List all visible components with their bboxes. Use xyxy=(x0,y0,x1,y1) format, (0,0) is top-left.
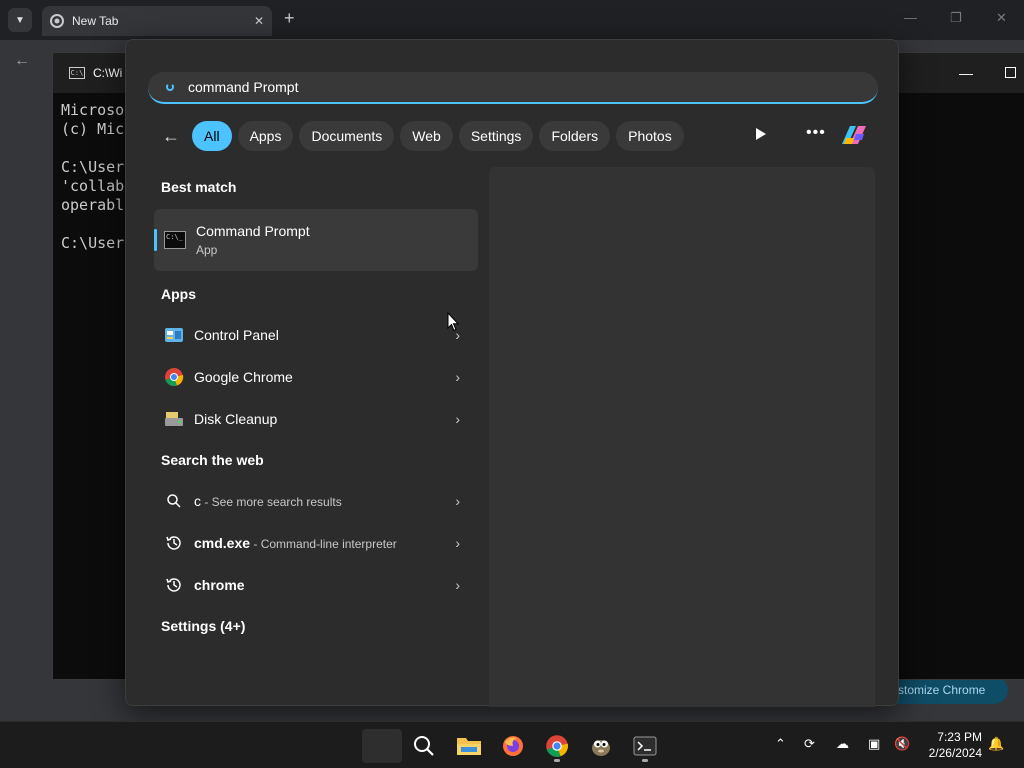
best-match-name: Command Prompt xyxy=(196,223,310,239)
customize-chrome-label: stomize Chrome xyxy=(898,683,986,697)
filter-all[interactable]: All xyxy=(192,121,232,151)
running-indicator xyxy=(554,759,560,762)
mouse-cursor-icon xyxy=(447,312,459,332)
chevron-right-icon[interactable]: › xyxy=(455,411,460,427)
app-result-control-panel[interactable]: Control Panel › xyxy=(154,315,478,355)
web-result-cmd-exe[interactable]: cmd.exe - Command-line interpreter › xyxy=(154,523,478,563)
tab-search-button[interactable]: ▼ xyxy=(8,8,32,32)
search-web-heading: Search the web xyxy=(161,452,264,468)
apps-heading: Apps xyxy=(161,286,196,302)
start-search-panel: ← All Apps Documents Web Settings Folder… xyxy=(125,39,899,707)
app-result-disk-cleanup[interactable]: Disk Cleanup › xyxy=(154,399,478,439)
web-result-label: chrome xyxy=(194,577,245,593)
search-input[interactable] xyxy=(188,79,788,95)
minimize-icon[interactable]: — xyxy=(904,10,917,25)
browser-tab[interactable]: New Tab ✕ xyxy=(42,6,272,36)
taskbar-clock[interactable]: 7:23 PM 2/26/2024 xyxy=(918,729,982,761)
filter-apps[interactable]: Apps xyxy=(237,121,294,151)
taskbar-search-icon[interactable] xyxy=(406,729,442,763)
filter-settings[interactable]: Settings xyxy=(458,121,534,151)
history-icon xyxy=(164,575,184,595)
chevron-right-icon[interactable]: › xyxy=(455,535,460,551)
start-button[interactable] xyxy=(362,729,402,763)
web-result-see-more[interactable]: c - See more search results › xyxy=(154,481,478,521)
maximize-icon[interactable] xyxy=(1005,67,1016,78)
customize-chrome-button[interactable]: stomize Chrome xyxy=(884,676,1008,704)
chevron-right-icon[interactable]: › xyxy=(455,493,460,509)
back-arrow-icon[interactable]: ← xyxy=(14,52,30,70)
selection-accent xyxy=(154,229,157,251)
gimp-icon[interactable] xyxy=(583,729,619,763)
chevron-up-icon[interactable]: ⌃ xyxy=(775,736,786,752)
minimize-icon[interactable]: — xyxy=(959,65,973,81)
web-result-label: c - See more search results xyxy=(194,493,455,509)
new-tab-button[interactable]: + xyxy=(284,8,295,29)
network-icon[interactable]: ▣ xyxy=(868,736,880,752)
tab-title: New Tab xyxy=(72,14,119,28)
search-icon xyxy=(164,491,184,511)
web-result-sub: - Command-line interpreter xyxy=(250,537,397,551)
taskbar: ⌃ ⟳ ☁ ▣ 🔇 7:23 PM 2/26/2024 🔔 xyxy=(0,721,1024,768)
command-prompt-icon: C:\_ xyxy=(164,231,186,249)
web-result-term: c xyxy=(194,493,201,509)
best-match-item[interactable]: C:\_ Command Prompt App xyxy=(154,209,478,271)
chevron-down-icon: ▼ xyxy=(15,14,25,26)
cloud-offline-icon[interactable]: ☁ xyxy=(836,736,849,752)
running-indicator xyxy=(642,759,648,762)
web-result-chrome[interactable]: chrome › xyxy=(154,565,478,605)
browser-tab-strip: ▼ New Tab ✕ + — ❐ ✕ xyxy=(0,0,1024,40)
volume-muted-icon[interactable]: 🔇 xyxy=(894,736,910,752)
terminal-icon[interactable] xyxy=(627,729,663,763)
chrome-icon[interactable] xyxy=(539,729,575,763)
best-match-type: App xyxy=(196,243,218,257)
history-icon xyxy=(164,533,184,553)
close-window-icon[interactable]: ✕ xyxy=(996,10,1007,26)
copilot-icon[interactable] xyxy=(838,122,870,150)
chevron-right-icon[interactable]: › xyxy=(455,369,460,385)
notification-bell-icon[interactable]: 🔔 xyxy=(988,736,1004,752)
web-result-label: cmd.exe - Command-line interpreter xyxy=(194,535,455,551)
filter-documents[interactable]: Documents xyxy=(299,121,395,151)
search-filters: ← All Apps Documents Web Settings Folder… xyxy=(162,120,690,152)
more-options-icon[interactable]: ••• xyxy=(806,124,826,142)
file-explorer-icon[interactable] xyxy=(451,729,487,763)
close-tab-icon[interactable]: ✕ xyxy=(254,14,264,28)
console-tab-title[interactable]: C:\Wi xyxy=(93,66,122,80)
sync-icon[interactable]: ⟳ xyxy=(804,736,815,752)
app-result-label: Control Panel xyxy=(194,327,279,343)
settings-heading[interactable]: Settings (4+) xyxy=(161,618,245,634)
chevron-right-icon[interactable]: › xyxy=(455,577,460,593)
filter-folders[interactable]: Folders xyxy=(539,121,611,151)
web-result-sub: - See more search results xyxy=(201,495,342,509)
search-box[interactable] xyxy=(148,72,878,104)
app-result-label: Disk Cleanup xyxy=(194,411,278,427)
preview-pane xyxy=(489,167,875,707)
web-result-term: cmd.exe xyxy=(194,535,251,551)
control-panel-icon xyxy=(164,325,184,345)
firefox-icon[interactable] xyxy=(495,729,531,763)
console-icon: C:\ xyxy=(69,67,85,79)
filter-web[interactable]: Web xyxy=(400,121,453,151)
clock-time: 7:23 PM xyxy=(937,730,982,744)
app-result-label: Google Chrome xyxy=(194,369,293,385)
play-icon[interactable] xyxy=(756,128,766,140)
clock-date: 2/26/2024 xyxy=(928,746,982,760)
filter-photos[interactable]: Photos xyxy=(616,121,684,151)
back-arrow-icon[interactable]: ← xyxy=(162,126,180,147)
restore-icon[interactable]: ❐ xyxy=(950,10,962,26)
disk-cleanup-icon xyxy=(164,409,184,429)
best-match-heading: Best match xyxy=(161,179,237,195)
chrome-tab-icon xyxy=(50,14,64,28)
app-result-google-chrome[interactable]: Google Chrome › xyxy=(154,357,478,397)
search-icon xyxy=(166,83,174,91)
chrome-icon xyxy=(164,367,184,387)
